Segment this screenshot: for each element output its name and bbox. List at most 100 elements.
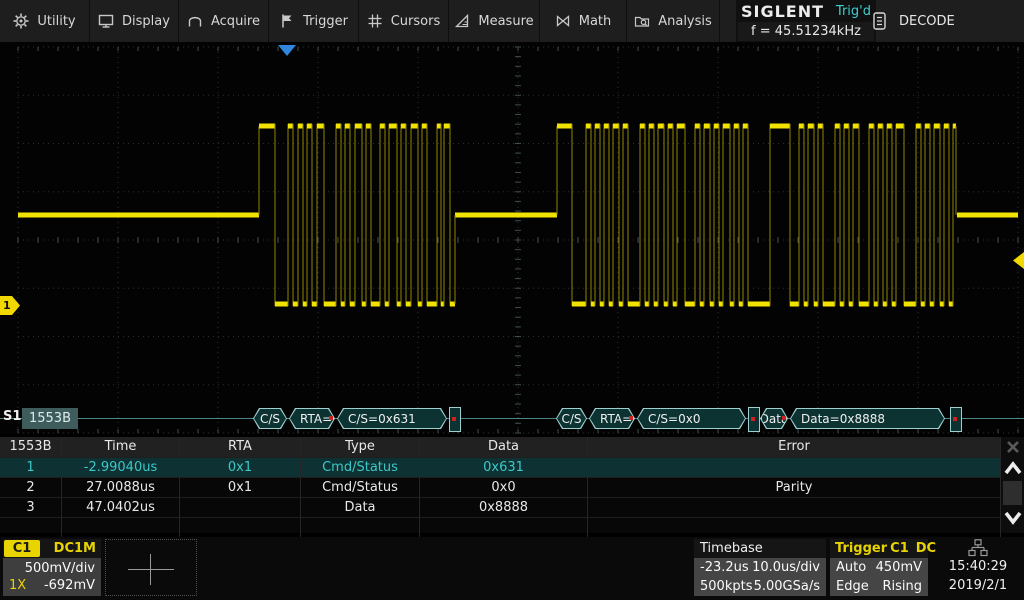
monitor-icon	[98, 13, 114, 29]
system-time: 15:40:29	[949, 557, 1007, 576]
menu-item-measure[interactable]: Measure	[449, 0, 540, 42]
timebase-samplerate: 5.00GSa/s	[754, 579, 820, 594]
menu-item-math[interactable]: Math	[540, 0, 627, 42]
frequency-counter: f = 45.51234kHz	[738, 22, 874, 41]
table-cell	[62, 518, 180, 538]
table-row[interactable]: 227.0088us0x1Cmd/Status0x0Parity	[0, 478, 1001, 498]
trigger-mode: Auto	[836, 560, 866, 575]
flag-icon	[279, 13, 295, 29]
error-dot	[452, 417, 456, 421]
channel1-scale: 500mV/div	[25, 561, 95, 576]
menu-item-label: Math	[579, 14, 612, 29]
channel1-coupling: DC1M	[54, 541, 101, 556]
table-cell: Parity	[588, 478, 1001, 498]
trigger-slope: Rising	[882, 579, 922, 594]
table-header-cell: Error	[588, 437, 1001, 458]
error-dot	[629, 416, 633, 420]
decode-bubble: C/S=0x0	[637, 408, 746, 429]
trigger-status-badge: Trig'd	[836, 4, 871, 19]
table-row[interactable]: 1-2.99040us0x1Cmd/Status0x631	[0, 458, 1001, 478]
menu-item-label: Analysis	[658, 14, 712, 29]
table-cell: 0x631	[420, 458, 588, 478]
error-dot	[782, 416, 786, 420]
timebase-delay: -23.2us	[700, 560, 749, 575]
add-channel-placeholder[interactable]	[105, 539, 197, 596]
trigger-descriptor[interactable]: Trigger C1 DC Auto 450mV Edge Rising	[830, 539, 928, 597]
decode-bubble-text: C/S=0x0	[638, 409, 745, 428]
menu-item-label: Acquire	[211, 14, 260, 29]
table-cell: Cmd/Status	[301, 458, 420, 478]
folder-search-icon	[634, 13, 650, 29]
table-cell	[180, 518, 301, 538]
menu-item-display[interactable]: Display	[90, 0, 179, 42]
table-row[interactable]	[0, 518, 1001, 538]
table-cell: 47.0402us	[62, 498, 180, 518]
decode-table: 1553BTimeRTATypeDataError1-2.99040us0x1C…	[0, 437, 1001, 533]
table-row[interactable]: 347.0402usData0x8888	[0, 498, 1001, 518]
table-cell	[588, 458, 1001, 478]
decode-bubble-text: C/S=0x631	[338, 409, 446, 428]
channel1-descriptor[interactable]: C1 DC1M 500mV/div 1X -692mV	[3, 539, 101, 597]
menu-item-trigger[interactable]: Trigger	[269, 0, 359, 42]
decode-error-marker	[449, 407, 461, 432]
bowtie-icon	[555, 13, 571, 29]
table-header-cell: 1553B	[0, 437, 62, 458]
table-cell: 27.0088us	[62, 478, 180, 498]
decode-bubble-text: C/S	[557, 409, 586, 428]
siglent-logo: SIGLENT	[741, 2, 824, 21]
scroll-down-icon[interactable]	[1002, 505, 1024, 529]
error-dot	[751, 417, 755, 421]
table-header-cell: Data	[420, 437, 588, 458]
trigger-level: 450mV	[876, 560, 922, 575]
menu-item-label: Display	[122, 14, 170, 29]
table-cell	[180, 498, 301, 518]
decode-bubble: RTA=0x	[289, 408, 335, 429]
table-cell: 1	[0, 458, 62, 478]
menu-item-cursors[interactable]: Cursors	[359, 0, 449, 42]
channel1-badge: C1	[4, 540, 40, 557]
trigger-type: Edge	[836, 579, 869, 594]
table-scroll-strip	[1001, 437, 1024, 533]
timebase-descriptor[interactable]: Timebase -23.2us 10.0us/div 500kpts 5.00…	[694, 539, 826, 597]
scroll-up-icon[interactable]	[1002, 457, 1024, 481]
document-icon	[872, 12, 887, 30]
timebase-scale: 10.0us/div	[752, 560, 820, 575]
table-cell: 2	[0, 478, 62, 498]
status-bar: C1 DC1M 500mV/div 1X -692mV Timebase -23…	[0, 537, 1024, 600]
table-cell: -2.99040us	[62, 458, 180, 478]
decode-error-marker	[748, 407, 760, 432]
table-cell: 3	[0, 498, 62, 518]
gear-icon	[13, 13, 29, 29]
close-icon[interactable]	[1003, 437, 1023, 457]
menu-item-utility[interactable]: Utility	[0, 0, 90, 42]
decode-bubble-text: RTA=0x	[590, 409, 634, 428]
table-cell	[588, 518, 1001, 538]
table-header-cell: RTA	[180, 437, 301, 458]
table-cell: 0x0	[420, 478, 588, 498]
decode-protocol-badge[interactable]: 1553B	[22, 408, 78, 429]
table-cell: 0x1	[180, 458, 301, 478]
scrollbar-thumb[interactable]	[1003, 481, 1022, 505]
waveform-plot	[0, 42, 1024, 434]
acquire-icon	[187, 13, 203, 29]
logo-status-block: SIGLENT Trig'd f = 45.51234kHz	[736, 0, 876, 42]
crosshair-icon	[128, 569, 174, 570]
menu-item-label: Cursors	[391, 14, 441, 29]
error-dot	[953, 417, 957, 421]
decode-bubble: Data=0x8888	[790, 408, 945, 429]
lan-icon[interactable]	[968, 539, 988, 557]
decode-bubble: C/S	[253, 408, 287, 429]
decode-bus-label: S1	[3, 409, 21, 424]
decode-bubble-text: Data=0x8888	[791, 409, 944, 428]
table-header-row: 1553BTimeRTATypeDataError	[0, 437, 1001, 458]
decode-bubble: C/S=0x631	[337, 408, 447, 429]
table-cell	[0, 518, 62, 538]
menu-item-analysis[interactable]: Analysis	[627, 0, 720, 42]
trigger-source: C1	[887, 541, 912, 556]
menu-item-decode[interactable]: DECODE	[872, 0, 982, 42]
menu-item-acquire[interactable]: Acquire	[179, 0, 269, 42]
clock-panel: 15:40:29 2019/2/1	[932, 537, 1024, 600]
table-cell: 0x1	[180, 478, 301, 498]
table-cell: Data	[301, 498, 420, 518]
decode-bubble-text: RTA=0x	[290, 409, 334, 428]
